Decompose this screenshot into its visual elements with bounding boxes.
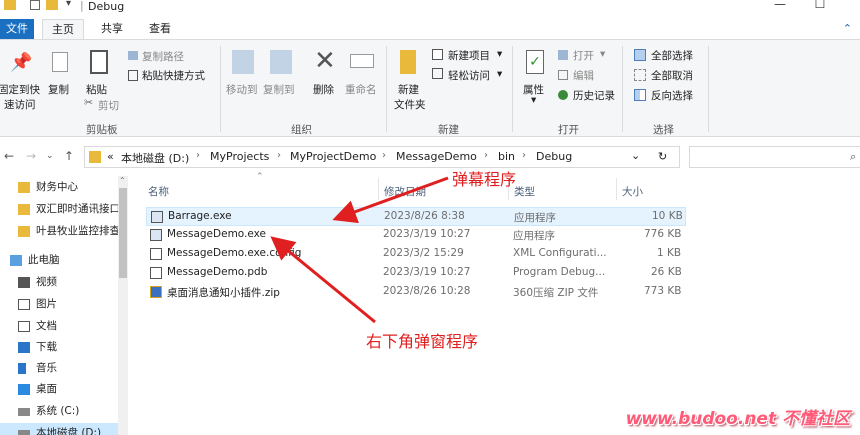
annotation-popup-label: 右下角弹窗程序	[366, 332, 479, 351]
annotation-arrows	[270, 176, 449, 324]
annotation-arrow-popup	[270, 236, 376, 324]
watermark-logo: www.budoo.net 不懂社区	[625, 409, 850, 429]
annotation-arrow-barrage	[332, 176, 449, 224]
annotation-barrage-label: 弹幕程序	[452, 170, 517, 189]
